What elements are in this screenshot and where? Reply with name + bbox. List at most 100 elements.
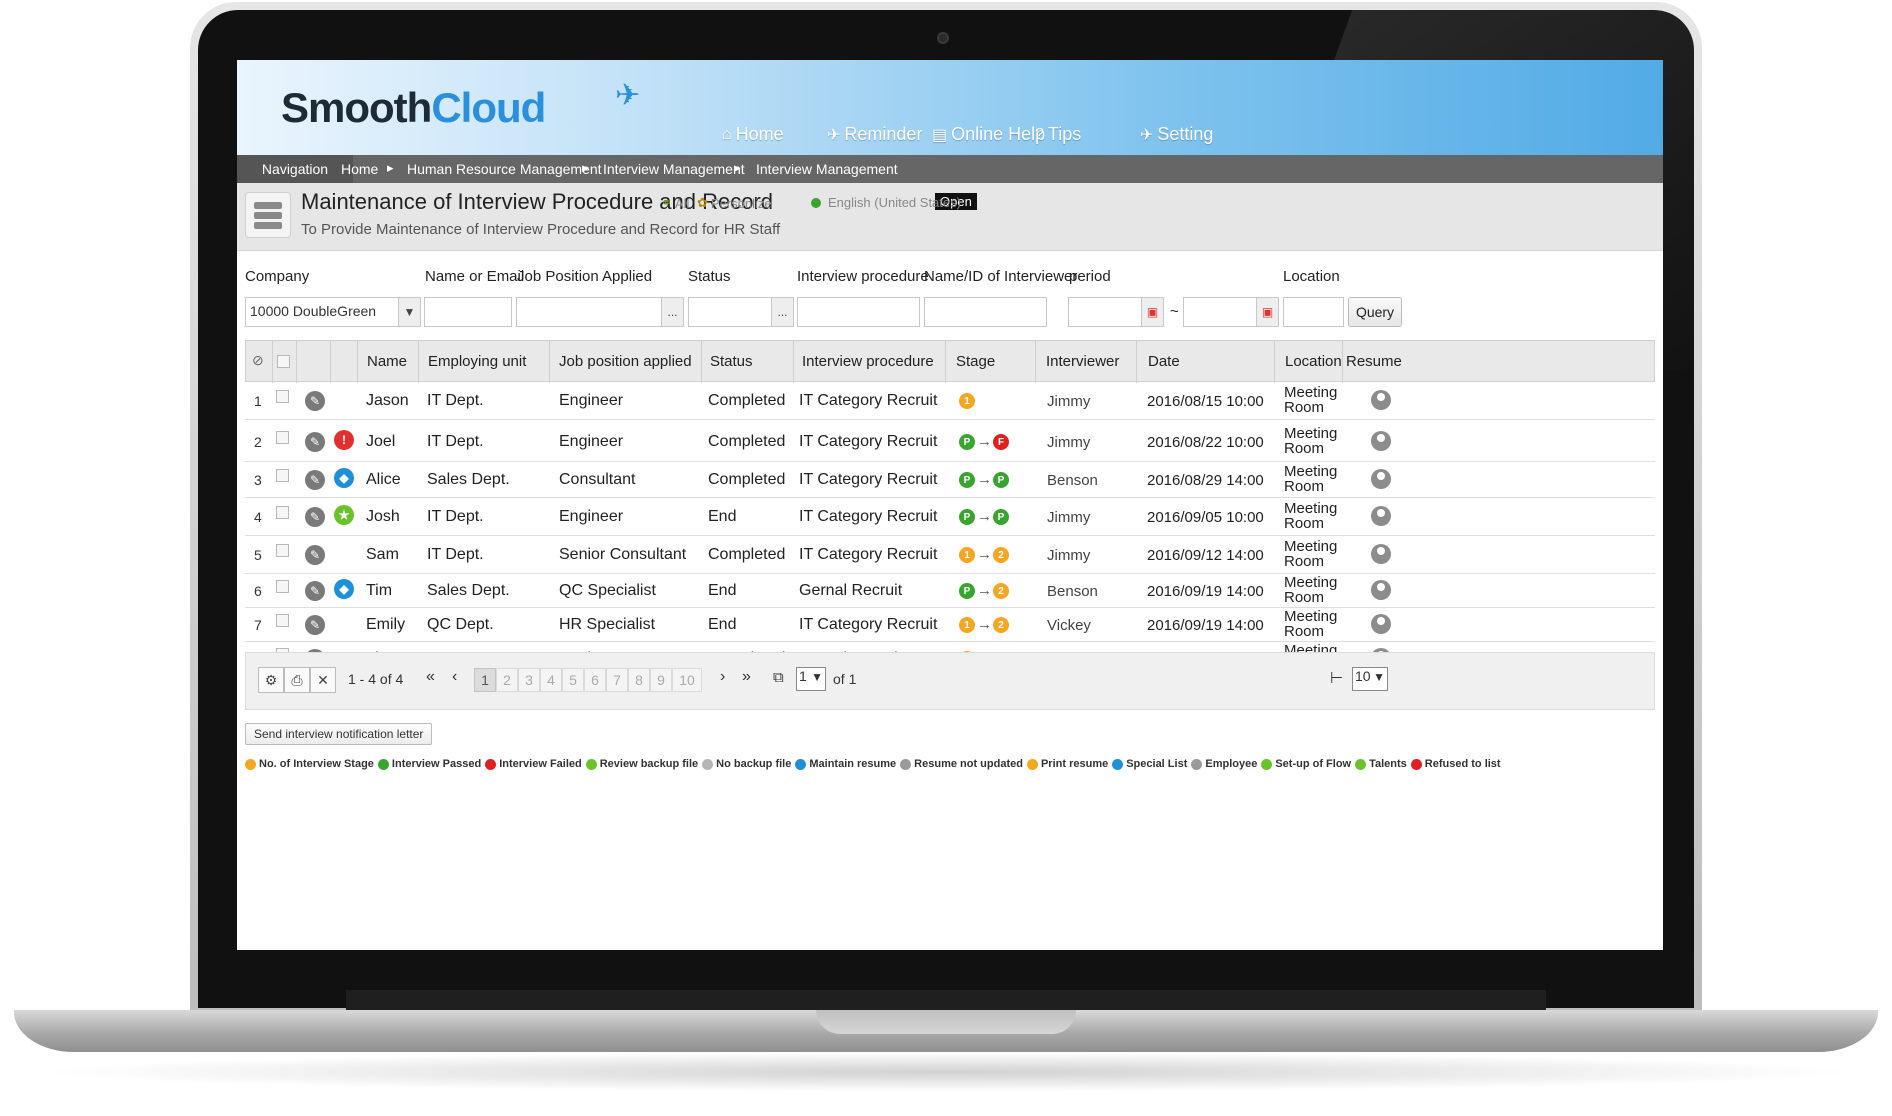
breadcrumb-item[interactable]: Interview Management	[603, 161, 745, 177]
resume-icon[interactable]	[1371, 431, 1391, 451]
page-number-button[interactable]: 7	[606, 668, 628, 692]
page-number-button[interactable]: 4	[540, 668, 562, 692]
edit-icon[interactable]: ✎	[305, 391, 325, 411]
column-header[interactable]: Interviewer	[1046, 353, 1119, 370]
table-row[interactable]: 3 ✎ ◆ Alice Sales Dept. Consultant Completed IT…	[245, 462, 1655, 498]
column-divider	[272, 341, 273, 383]
column-visibility-icon[interactable]: ⊘	[252, 352, 264, 369]
gear-icon[interactable]: ⚙	[258, 667, 284, 693]
table-row[interactable]: 2 ✎! Joel IT Dept. Engineer Completed IT Categ…	[245, 422, 1655, 462]
resume-icon[interactable]	[1371, 580, 1391, 600]
cell-interviewer: Jimmy	[1047, 434, 1091, 451]
location-line1: Meeting	[1284, 574, 1338, 591]
row-checkbox[interactable]	[276, 431, 289, 444]
legend-label: Resume not updated	[914, 758, 1023, 770]
table-row[interactable]: 1 ✎ Jason IT Dept. Engineer Completed IT Categ…	[245, 382, 1655, 420]
language-option[interactable]: English (United States)	[811, 195, 961, 210]
column-header[interactable]: Location	[1285, 353, 1342, 370]
calendar-icon[interactable]: ▣	[1141, 298, 1163, 326]
column-header[interactable]: Employing unit	[428, 353, 526, 370]
breadcrumb-item[interactable]: Human Resource Management	[407, 161, 602, 177]
cell-location: MeetingRoom	[1284, 464, 1337, 494]
resume-icon[interactable]	[1371, 390, 1391, 410]
procedure-input[interactable]	[797, 297, 920, 327]
column-header[interactable]: Job position applied	[559, 353, 692, 370]
edit-icon[interactable]: ✎	[305, 545, 325, 565]
topnav-label: Home	[735, 124, 784, 144]
page-jump-select[interactable]: 1 ▼	[796, 667, 826, 691]
star-icon: ★	[334, 505, 354, 525]
interviewer-input[interactable]	[924, 297, 1047, 327]
page-number-button[interactable]: 3	[518, 668, 540, 692]
table-row[interactable]: 5 ✎ Sam IT Dept. Senior Consultant Completed I…	[245, 536, 1655, 574]
table-row[interactable]: 6 ✎ ◆ Tim Sales Dept. QC Specialist End Gernal …	[245, 574, 1655, 608]
page-number-button[interactable]: 10	[672, 668, 702, 692]
query-button[interactable]: Query	[1348, 297, 1402, 327]
location-input[interactable]	[1283, 297, 1344, 327]
column-header[interactable]: Stage	[956, 353, 995, 370]
excel-icon[interactable]: ✕	[310, 667, 336, 693]
name-email-input[interactable]	[424, 297, 512, 327]
resume-icon[interactable]	[1371, 544, 1391, 564]
all-option[interactable]: ⚭ All	[661, 195, 689, 211]
edit-icon[interactable]: ✎	[305, 581, 325, 601]
company-select[interactable]: 10000 DoubleGreen	[245, 297, 421, 327]
edit-icon[interactable]: ✎	[305, 615, 325, 635]
resume-icon[interactable]	[1371, 506, 1391, 526]
select-all-checkbox[interactable]	[277, 355, 290, 368]
row-checkbox[interactable]	[276, 390, 289, 403]
send-notification-button[interactable]: Send interview notification letter	[245, 723, 433, 745]
column-header[interactable]: Interview procedure	[802, 353, 934, 370]
chevron-down-icon[interactable]: ▼	[398, 298, 420, 326]
resume-icon[interactable]	[1371, 614, 1391, 634]
row-checkbox[interactable]	[276, 580, 289, 593]
row-checkbox[interactable]	[276, 469, 289, 482]
last-page-button[interactable]: »	[742, 668, 751, 686]
job-browse-button[interactable]: ...	[661, 298, 683, 326]
job-position-input[interactable]	[516, 297, 684, 327]
status-browse-button[interactable]: ...	[771, 298, 793, 326]
topnav-home[interactable]: ⌂ Home	[722, 124, 784, 145]
cell-date: 2016/09/19 14:00	[1147, 617, 1264, 634]
table-row[interactable]: 4 ✎ ★ Josh IT Dept. Engineer End IT Category Re…	[245, 498, 1655, 536]
resume-icon[interactable]	[1371, 469, 1391, 489]
column-header[interactable]: Status	[710, 353, 753, 370]
breadcrumb-item[interactable]: Interview Management	[756, 161, 898, 177]
personalize-option[interactable]: ✿ Personlize	[697, 195, 772, 211]
first-page-button[interactable]: «	[426, 668, 435, 686]
topnav-setting[interactable]: ✈ Setting	[1140, 124, 1213, 145]
row-checkbox[interactable]	[276, 506, 289, 519]
row-number: 5	[254, 547, 262, 563]
question-icon: ?	[1035, 125, 1044, 143]
page-size-select[interactable]: 10 ▼	[1352, 667, 1388, 691]
cell-interviewer: Jimmy	[1047, 393, 1091, 410]
row-number: 3	[254, 472, 262, 488]
column-header[interactable]: Date	[1148, 353, 1180, 370]
page-number-button[interactable]: 8	[628, 668, 650, 692]
page-size-icon: ⊢	[1330, 670, 1344, 687]
page-number-button[interactable]: 6	[584, 668, 606, 692]
print-icon[interactable]: ⎙	[284, 667, 310, 693]
edit-icon[interactable]: ✎	[305, 470, 325, 490]
calendar-icon[interactable]: ▣	[1256, 298, 1278, 326]
page-number-button[interactable]: 9	[650, 668, 672, 692]
legend-item: Refused to list	[1410, 758, 1501, 770]
edit-icon[interactable]: ✎	[305, 432, 325, 452]
prev-page-button[interactable]: ‹	[452, 668, 457, 686]
row-checkbox[interactable]	[276, 614, 289, 627]
table-row[interactable]: 7 ✎ Emily QC Dept. HR Specialist End IT Catego…	[245, 608, 1655, 642]
topnav-tips[interactable]: ? Tips	[1035, 124, 1081, 145]
breadcrumb-item[interactable]: Home	[341, 161, 378, 177]
column-header[interactable]: Resume	[1346, 353, 1402, 370]
column-header[interactable]: Name	[367, 353, 407, 370]
edit-icon[interactable]: ✎	[305, 507, 325, 527]
next-page-button[interactable]: ›	[720, 668, 725, 686]
legend-item: No backup file	[702, 758, 791, 770]
page-number-button[interactable]: 2	[496, 668, 518, 692]
copy-icon[interactable]: ⧉	[773, 669, 784, 686]
topnav-online-help[interactable]: ▤ Online Help	[932, 124, 1045, 145]
topnav-reminder[interactable]: ✈ Reminder	[827, 124, 922, 145]
page-number-button[interactable]: 1	[474, 668, 496, 692]
row-checkbox[interactable]	[276, 544, 289, 557]
page-number-button[interactable]: 5	[562, 668, 584, 692]
